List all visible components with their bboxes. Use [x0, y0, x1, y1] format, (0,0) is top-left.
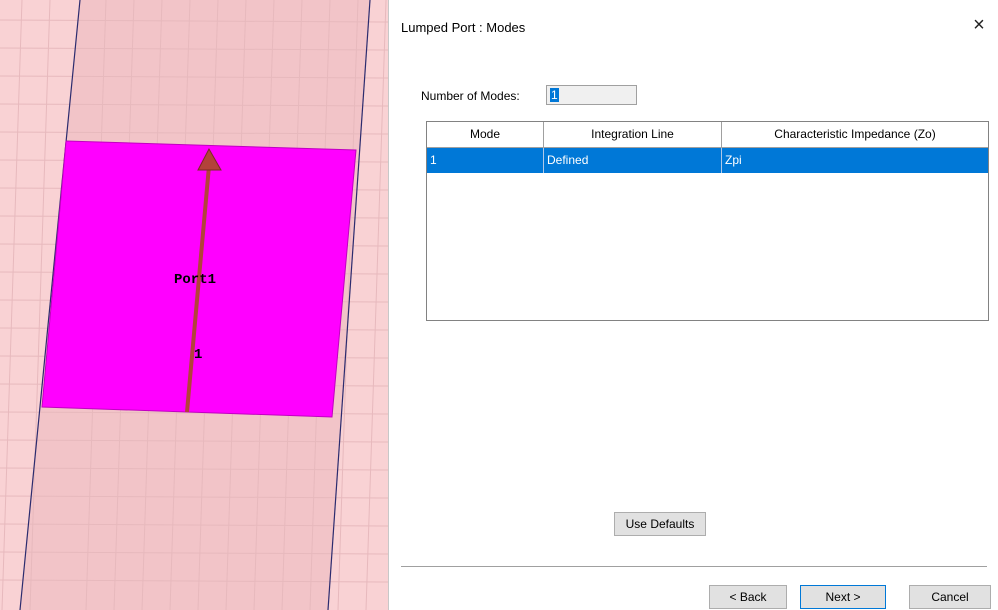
use-defaults-button[interactable]: Use Defaults: [614, 512, 706, 536]
cell-integration-line[interactable]: Defined: [544, 148, 722, 173]
back-button[interactable]: < Back: [709, 585, 787, 609]
column-header-integration-line[interactable]: Integration Line: [544, 122, 722, 148]
footer-separator: [401, 566, 987, 567]
cancel-button[interactable]: Cancel: [909, 585, 991, 609]
cell-mode[interactable]: 1: [427, 148, 544, 173]
modes-table: Mode Integration Line Characteristic Imp…: [426, 121, 989, 321]
line-index-label: 1: [194, 347, 202, 363]
next-button[interactable]: Next >: [800, 585, 886, 609]
table-row[interactable]: 1 Defined Zpi: [427, 148, 988, 173]
viewport-canvas: Port1 1: [0, 0, 388, 610]
app-window: Port1 1 Lumped Port : Modes × Number of …: [0, 0, 998, 610]
column-header-impedance[interactable]: Characteristic Impedance (Zo): [722, 122, 988, 148]
dialog-title: Lumped Port : Modes: [401, 20, 526, 35]
column-header-mode[interactable]: Mode: [427, 122, 544, 148]
number-of-modes-label: Number of Modes:: [421, 89, 520, 103]
close-icon[interactable]: ×: [968, 14, 990, 36]
lumped-port-modes-dialog: Lumped Port : Modes × Number of Modes: 1…: [388, 0, 998, 610]
number-of-modes-input[interactable]: 1: [546, 85, 637, 105]
table-header: Mode Integration Line Characteristic Imp…: [427, 122, 988, 148]
cell-impedance[interactable]: Zpi: [722, 148, 988, 173]
port-name-label: Port1: [174, 272, 216, 288]
3d-viewport[interactable]: Port1 1: [0, 0, 388, 610]
number-of-modes-value: 1: [550, 88, 559, 102]
